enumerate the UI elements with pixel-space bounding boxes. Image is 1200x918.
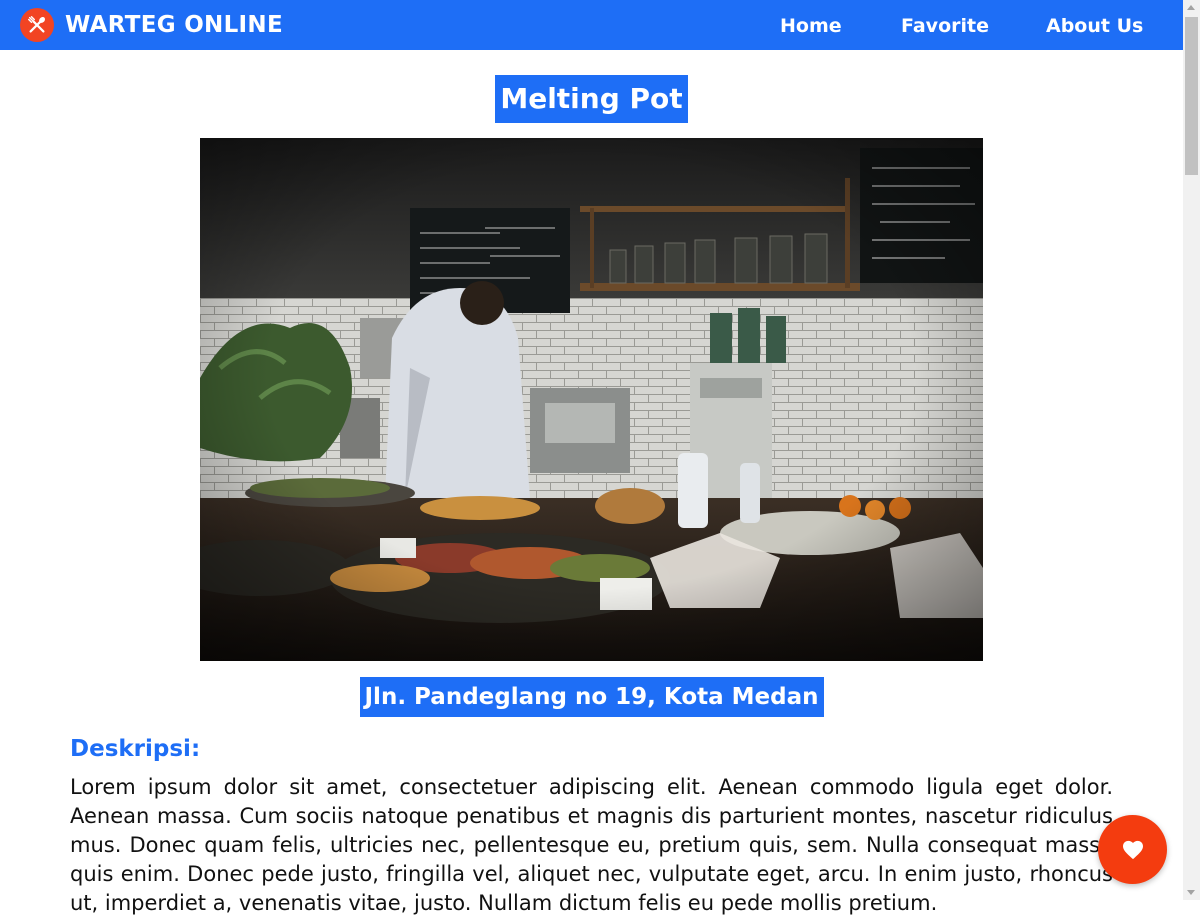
navbar: WARTEG ONLINE Home Favorite About Us bbox=[0, 0, 1183, 50]
title-wrapper: Melting Pot bbox=[0, 75, 1183, 123]
scroll-down-icon[interactable] bbox=[1187, 890, 1195, 895]
description-text: Lorem ipsum dolor sit amet, consectetuer… bbox=[70, 775, 1113, 915]
restaurant-photo-illustration bbox=[200, 138, 983, 661]
description-heading: Deskripsi: bbox=[70, 736, 201, 762]
favorite-button[interactable] bbox=[1098, 815, 1167, 884]
nav-home-link[interactable]: Home bbox=[780, 0, 842, 50]
main-nav: Home Favorite About Us bbox=[0, 0, 1183, 50]
restaurant-title: Melting Pot bbox=[495, 75, 688, 123]
nav-favorite-link[interactable]: Favorite bbox=[901, 0, 989, 50]
address-wrapper: Jln. Pandeglang no 19, Kota Medan bbox=[0, 677, 1183, 717]
heart-icon bbox=[1122, 840, 1143, 859]
scroll-up-icon[interactable] bbox=[1187, 5, 1195, 10]
scroll-thumb[interactable] bbox=[1185, 17, 1198, 175]
restaurant-photo bbox=[200, 138, 983, 661]
restaurant-address: Jln. Pandeglang no 19, Kota Medan bbox=[359, 677, 824, 717]
nav-about-link[interactable]: About Us bbox=[1046, 0, 1143, 50]
vertical-scrollbar[interactable] bbox=[1183, 0, 1200, 900]
